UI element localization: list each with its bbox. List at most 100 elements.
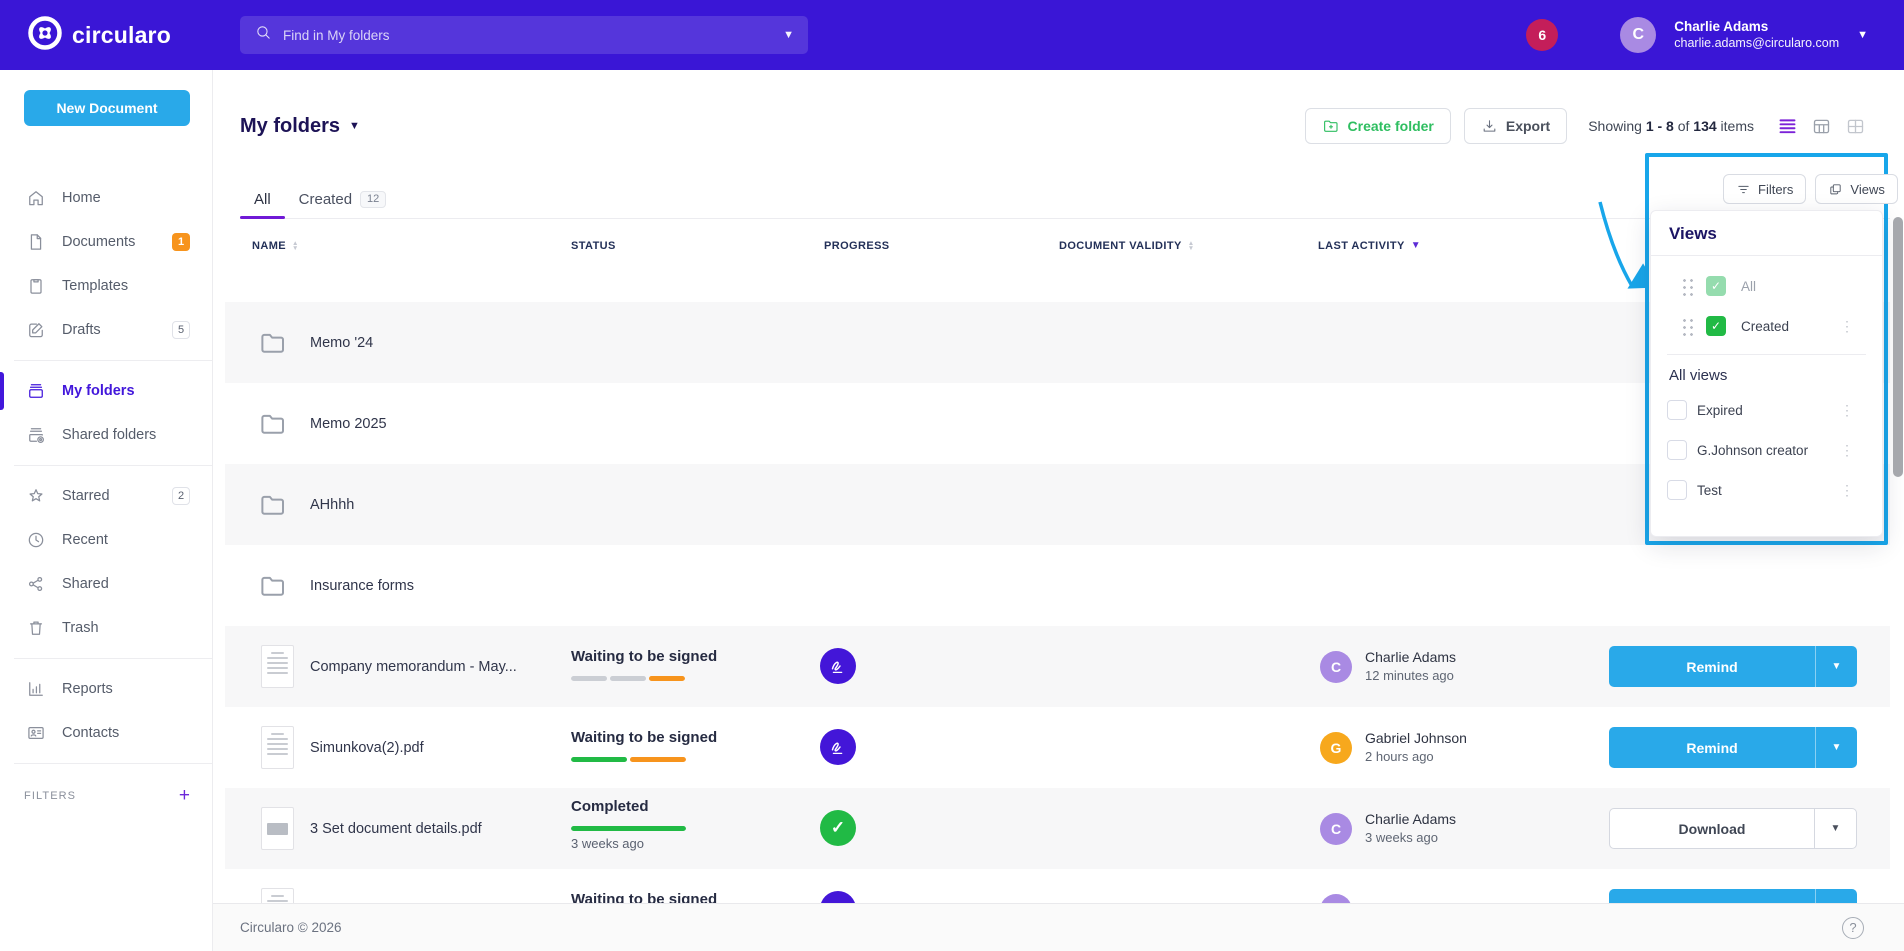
view-item-expired[interactable]: Expired⋮ xyxy=(1651,390,1882,430)
view-label: All xyxy=(1741,279,1756,294)
sidebar-item-shared[interactable]: Shared xyxy=(0,562,212,606)
folder-row[interactable]: Memo '24 xyxy=(225,302,1890,383)
view-checkbox[interactable] xyxy=(1667,400,1687,420)
kebab-menu-icon[interactable]: ⋮ xyxy=(1840,482,1854,499)
signature-icon xyxy=(820,729,856,765)
column-header-document-validity[interactable]: DOCUMENT VALIDITY ▲▼ xyxy=(1059,240,1195,252)
view-checkbox[interactable] xyxy=(1667,440,1687,460)
drag-handle-icon[interactable] xyxy=(1681,317,1694,336)
document-row[interactable]: Simunkova(2).pdf Waiting to be signed G … xyxy=(225,707,1890,788)
activity-avatar: C xyxy=(1320,651,1352,683)
document-row[interactable]: 3 Set document details.pdf Completed 3 w… xyxy=(225,788,1890,869)
folder-row[interactable]: Memo 2025 xyxy=(225,383,1890,464)
tab-created-count-badge: 12 xyxy=(360,191,386,208)
view-item-all[interactable]: ✓ All xyxy=(1651,266,1882,306)
tabs: All Created 12 xyxy=(240,180,1890,219)
sort-icon: ▲▼ xyxy=(1188,241,1195,252)
table-header: NAME ▲▼ STATUS PROGRESS DOCUMENT VALIDIT… xyxy=(225,240,1890,262)
home-icon xyxy=(26,188,46,208)
grid-view-icon[interactable] xyxy=(1845,116,1866,137)
star-icon xyxy=(26,486,46,506)
download-button[interactable]: Download ▼ xyxy=(1609,808,1857,849)
search-input[interactable]: Find in My folders ▼ xyxy=(240,16,808,54)
sidebar-item-templates[interactable]: Templates xyxy=(0,264,212,308)
sidebar-item-my-folders[interactable]: My folders xyxy=(0,369,212,413)
view-item-g.johnson-creator[interactable]: G.Johnson creator⋮ xyxy=(1651,430,1882,470)
sidebar-item-recent[interactable]: Recent xyxy=(0,518,212,562)
view-toggles xyxy=(1777,116,1866,137)
view-item-created[interactable]: ✓Created⋮ xyxy=(1651,306,1882,346)
user-avatar[interactable]: C xyxy=(1620,17,1656,53)
view-label: Test xyxy=(1697,483,1722,498)
sidebar-item-label: Reports xyxy=(62,681,113,697)
export-button[interactable]: Export xyxy=(1464,108,1567,144)
remind-button[interactable]: Remind ▼ xyxy=(1609,646,1857,687)
brand[interactable]: circularo xyxy=(28,0,171,70)
tab-all[interactable]: All xyxy=(240,180,285,218)
row-name: 3 Set document details.pdf xyxy=(310,788,568,869)
column-header-last-activity[interactable]: LAST ACTIVITY ▼ xyxy=(1318,240,1421,252)
kebab-menu-icon[interactable]: ⋮ xyxy=(1840,402,1854,419)
column-header-progress[interactable]: PROGRESS xyxy=(824,240,890,252)
all-views-list: Expired⋮G.Johnson creator⋮ Test ⋮ xyxy=(1651,390,1882,510)
remind-button[interactable]: Remind ▼ xyxy=(1609,727,1857,768)
divider xyxy=(1667,354,1866,355)
document-row[interactable]: Company memorandum - May... Waiting to b… xyxy=(225,626,1890,707)
page-title[interactable]: My folders ▼ xyxy=(240,115,360,138)
column-header-status[interactable]: STATUS xyxy=(571,240,616,252)
view-checkbox[interactable]: ✓ xyxy=(1706,276,1726,296)
count-badge: 1 xyxy=(172,233,190,251)
action-dropdown-caret-icon[interactable]: ▼ xyxy=(1815,646,1857,687)
row-name: Simunkova(2).pdf xyxy=(310,707,568,788)
contacts-icon xyxy=(26,723,46,743)
kebab-menu-icon[interactable]: ⋮ xyxy=(1840,442,1854,459)
sidebar-item-documents[interactable]: Documents1 xyxy=(0,220,212,264)
sidebar-item-reports[interactable]: Reports xyxy=(0,667,212,711)
create-folder-button[interactable]: Create folder xyxy=(1305,108,1451,144)
signature-icon xyxy=(820,648,856,684)
views-button[interactable]: Views xyxy=(1815,174,1897,204)
tab-created[interactable]: Created 12 xyxy=(285,180,401,218)
sidebar-item-home[interactable]: Home xyxy=(0,176,212,220)
help-icon[interactable]: ? xyxy=(1842,917,1864,939)
action-dropdown-caret-icon[interactable]: ▼ xyxy=(1814,809,1856,848)
drag-handle-icon[interactable] xyxy=(1681,277,1694,296)
title-caret-icon: ▼ xyxy=(349,120,360,132)
download-icon xyxy=(1481,118,1498,135)
add-filter-plus-icon[interactable]: + xyxy=(179,786,190,805)
new-document-button[interactable]: New Document xyxy=(24,90,190,126)
view-item-test[interactable]: Test ⋮ xyxy=(1651,470,1882,510)
view-checkbox[interactable] xyxy=(1667,480,1687,500)
search-scope-caret-icon[interactable]: ▼ xyxy=(783,29,794,41)
sidebar-item-shared-folders[interactable]: Shared folders xyxy=(0,413,212,457)
status-label: Waiting to be signed xyxy=(571,648,717,665)
scrollbar-thumb[interactable] xyxy=(1893,217,1903,477)
sidebar-item-label: Recent xyxy=(62,532,108,548)
notification-badge[interactable]: 6 xyxy=(1526,19,1558,51)
activity-name: Charlie Adams xyxy=(1365,648,1456,666)
progress-bar xyxy=(571,826,686,831)
activity-avatar: C xyxy=(1320,813,1352,845)
column-header-name[interactable]: NAME ▲▼ xyxy=(252,240,299,252)
activity-time: 3 weeks ago xyxy=(1365,830,1438,845)
page-title-text: My folders xyxy=(240,115,340,138)
draft-icon xyxy=(26,320,46,340)
action-dropdown-caret-icon[interactable]: ▼ xyxy=(1815,727,1857,768)
user-email: charlie.adams@circularo.com xyxy=(1674,36,1839,52)
sidebar-item-contacts[interactable]: Contacts xyxy=(0,711,212,755)
sidebar-item-trash[interactable]: Trash xyxy=(0,606,212,650)
footer: Circularo © 2026 ? xyxy=(213,903,1904,951)
sidebar-item-starred[interactable]: Starred2 xyxy=(0,474,212,518)
user-meta: Charlie Adams charlie.adams@circularo.co… xyxy=(1674,19,1839,52)
folder-row[interactable]: AHhhh xyxy=(225,464,1890,545)
kebab-menu-icon[interactable]: ⋮ xyxy=(1840,318,1854,335)
status-cell: Waiting to be signed xyxy=(571,626,801,707)
filters-button[interactable]: Filters xyxy=(1723,174,1806,204)
sidebar-item-drafts[interactable]: Drafts5 xyxy=(0,308,212,352)
table-view-icon[interactable] xyxy=(1811,116,1832,137)
count-badge: 2 xyxy=(172,487,190,505)
view-checkbox[interactable]: ✓ xyxy=(1706,316,1726,336)
user-menu-caret-icon[interactable]: ▼ xyxy=(1857,29,1868,41)
list-view-icon[interactable] xyxy=(1777,116,1798,137)
folder-row[interactable]: Insurance forms xyxy=(225,545,1890,626)
